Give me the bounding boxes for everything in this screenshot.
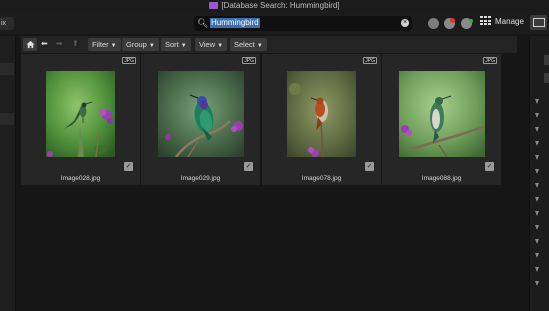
- file-type-badge: JPG: [483, 57, 497, 64]
- image-thumbnail[interactable]: JPG ✓ Image028.jpg: [21, 54, 140, 185]
- file-type-badge: JPG: [363, 57, 377, 64]
- photo-image: [46, 71, 115, 157]
- window-title: [Database Search: Hummingbird]: [221, 1, 340, 10]
- sound-icon[interactable]: [428, 18, 439, 29]
- grid-icon: [480, 16, 491, 25]
- select-checkbox[interactable]: ✓: [124, 162, 133, 171]
- left-panel-item[interactable]: [0, 63, 14, 75]
- photo-hummingbird[interactable]: [399, 71, 485, 157]
- image-filename: Image028.jpg: [60, 175, 101, 182]
- select-button[interactable]: Select ▼: [230, 38, 267, 51]
- filter-button[interactable]: Filter ▼: [88, 38, 121, 51]
- window-title-wrap: [Database Search: Hummingbird]: [0, 1, 549, 10]
- search-field[interactable]: 🔍︎ Hummingbird ×: [194, 16, 412, 31]
- image-filename: Image088.jpg: [421, 175, 462, 182]
- up-arrow-icon[interactable]: ⬆︎: [72, 39, 79, 48]
- chevron-down-icon: ▼: [217, 43, 224, 49]
- user-icon[interactable]: [461, 18, 473, 29]
- back-arrow-icon[interactable]: ⬅︎: [41, 39, 48, 48]
- right-panel-button[interactable]: [544, 55, 549, 65]
- select-checkbox[interactable]: ✓: [244, 162, 253, 171]
- left-panel-item[interactable]: [0, 113, 14, 125]
- image-filename: Image078.jpg: [301, 175, 342, 182]
- sort-button[interactable]: Sort ▼: [161, 38, 191, 51]
- search-input[interactable]: Hummingbird: [210, 18, 260, 28]
- second-monitor-button[interactable]: [530, 15, 547, 30]
- search-icon: 🔍︎: [197, 18, 209, 28]
- image-filename: Image029.jpg: [180, 175, 221, 182]
- chevron-down-icon: ▼: [180, 43, 187, 49]
- image-thumbnail[interactable]: JPG ✓ Image078.jpg: [262, 54, 381, 185]
- chevron-down-icon: ▼: [256, 43, 263, 49]
- right-panel-button[interactable]: [544, 73, 549, 83]
- sort-label: Sort: [165, 40, 179, 49]
- home-button[interactable]: [23, 38, 37, 51]
- clear-search-icon[interactable]: ×: [401, 19, 409, 27]
- left-panel: [0, 36, 16, 311]
- title-bar: [Database Search: Hummingbird]: [0, 0, 549, 12]
- select-label: Select: [234, 40, 255, 49]
- select-checkbox[interactable]: ✓: [365, 162, 374, 171]
- photo-hummingbird[interactable]: [158, 71, 244, 157]
- folder-icon: [209, 2, 219, 9]
- view-label: View: [199, 40, 216, 49]
- home-icon: [25, 40, 35, 49]
- file-type-badge: JPG: [122, 57, 136, 64]
- chevron-down-icon: ▼: [110, 43, 117, 49]
- select-checkbox[interactable]: ✓: [485, 162, 494, 171]
- manage-button[interactable]: Manage: [480, 16, 524, 30]
- manage-label: Manage: [495, 17, 524, 26]
- file-type-badge: JPG: [242, 57, 256, 64]
- notification-icon[interactable]: [444, 18, 455, 29]
- image-thumbnail[interactable]: JPG ✓ Image029.jpg: [141, 54, 260, 185]
- photo-image: [287, 71, 356, 157]
- chevron-down-icon: ▼: [148, 43, 155, 49]
- group-label: Group: [126, 40, 147, 49]
- photo-image: [399, 71, 485, 157]
- image-thumbnail[interactable]: JPG ✓ Image088.jpg: [382, 54, 501, 185]
- left-panel-tab[interactable]: ix: [0, 17, 14, 30]
- group-button[interactable]: Group ▼: [122, 38, 159, 51]
- photo-hummingbird[interactable]: [287, 71, 356, 157]
- view-button[interactable]: View ▼: [195, 38, 228, 51]
- photo-image: [158, 71, 244, 157]
- forward-arrow-icon[interactable]: ➡︎: [56, 39, 63, 48]
- filter-label: Filter: [92, 40, 109, 49]
- photo-hummingbird[interactable]: [46, 71, 115, 157]
